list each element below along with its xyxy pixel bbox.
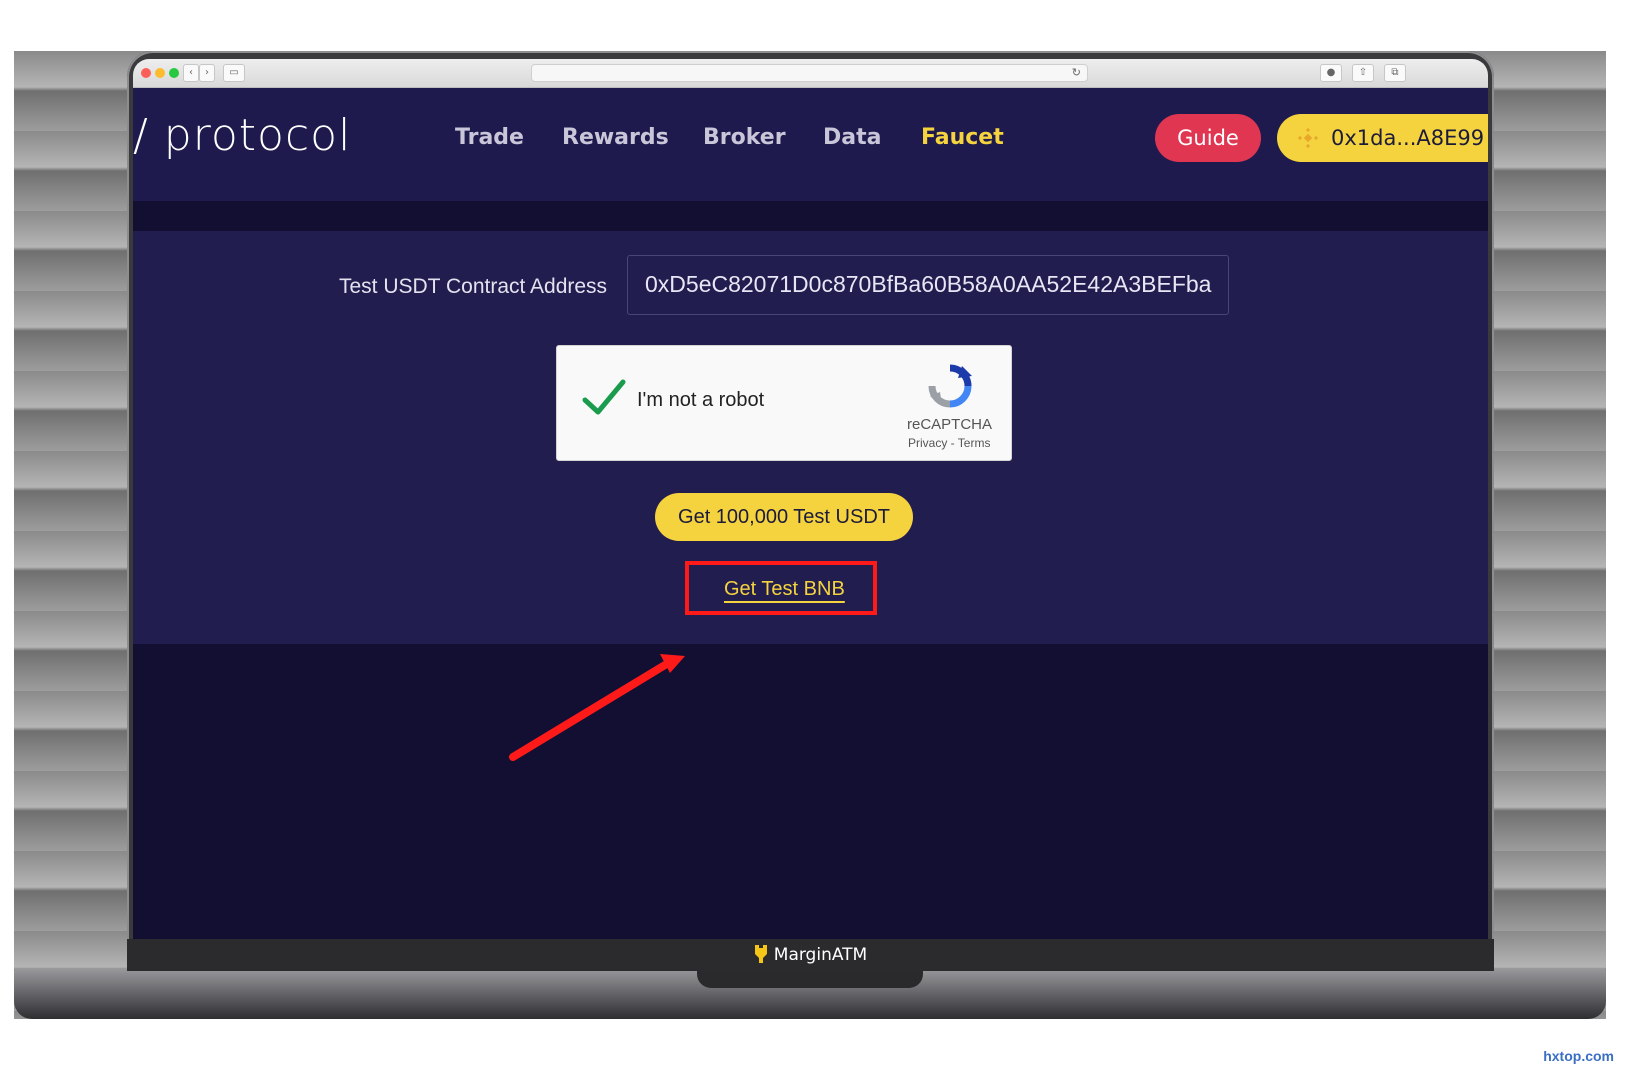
reload-icon[interactable]: ↻ — [1072, 66, 1081, 79]
minimize-window-icon[interactable] — [155, 68, 165, 78]
recaptcha-privacy-terms[interactable]: Privacy - Terms — [908, 436, 990, 450]
close-window-icon[interactable] — [141, 68, 151, 78]
app-header: / protocol Trade Rewards Broker Data Fau… — [133, 88, 1488, 201]
guide-button[interactable]: Guide — [1155, 114, 1261, 162]
checkmark-icon[interactable] — [581, 378, 627, 418]
wallet-address: 0x1da...A8E99 — [1331, 126, 1485, 150]
binance-diamond-icon — [1297, 127, 1319, 149]
back-icon[interactable]: ‹ — [183, 64, 199, 82]
browser-screen: ‹ › ▭ ↻ ● ⇧ ⧉ / protocol Trade Rewards B… — [133, 59, 1488, 939]
page-body-empty — [133, 644, 1488, 939]
watermark: hxtop.com — [1543, 1048, 1614, 1064]
sidebar-icon[interactable]: ▭ — [223, 64, 245, 82]
nav-faucet[interactable]: Faucet — [921, 125, 1004, 150]
nav-data[interactable]: Data — [823, 125, 881, 150]
marginatm-logo-icon — [754, 945, 767, 963]
recaptcha-brand: reCAPTCHA — [907, 416, 993, 433]
browser-toolbar: ‹ › ▭ ↻ ● ⇧ ⧉ — [133, 59, 1488, 88]
wallet-button[interactable]: 0x1da...A8E99 — [1277, 114, 1488, 162]
recaptcha-logo-icon — [928, 364, 972, 408]
get-test-bnb-link[interactable]: Get Test BNB — [724, 578, 845, 601]
nav-trade[interactable]: Trade — [455, 125, 524, 150]
bezel-brand: MarginATM — [127, 939, 1494, 971]
contract-address-value: 0xD5eC82071D0c870BfBa60B58A0AA52E42A3BEF… — [645, 271, 1212, 297]
faucet-panel: Test USDT Contract Address 0xD5eC82071D0… — [133, 231, 1488, 644]
address-bar[interactable]: ↻ — [531, 64, 1088, 82]
download-icon[interactable]: ● — [1320, 64, 1342, 82]
get-test-usdt-button[interactable]: Get 100,000 Test USDT — [655, 493, 913, 541]
forward-icon[interactable]: › — [199, 64, 215, 82]
nav-broker[interactable]: Broker — [703, 125, 786, 150]
bezel-brand-text: MarginATM — [773, 945, 868, 965]
contract-address-label: Test USDT Contract Address — [339, 275, 608, 298]
laptop-notch — [697, 968, 923, 988]
contract-address-field[interactable]: 0xD5eC82071D0c870BfBa60B58A0AA52E42A3BEF… — [627, 255, 1229, 315]
recaptcha-widget[interactable]: I'm not a robot reCAPTCHA Privacy - Term… — [556, 345, 1012, 461]
captcha-label: I'm not a robot — [637, 389, 765, 411]
share-icon[interactable]: ⇧ — [1352, 64, 1374, 82]
laptop-bezel: MarginATM — [127, 939, 1494, 971]
nav-rewards[interactable]: Rewards — [562, 125, 669, 150]
protocol-logo[interactable]: / protocol — [133, 110, 351, 161]
tabs-icon[interactable]: ⧉ — [1384, 64, 1406, 82]
maximize-window-icon[interactable] — [169, 68, 179, 78]
header-divider-band — [133, 201, 1488, 231]
